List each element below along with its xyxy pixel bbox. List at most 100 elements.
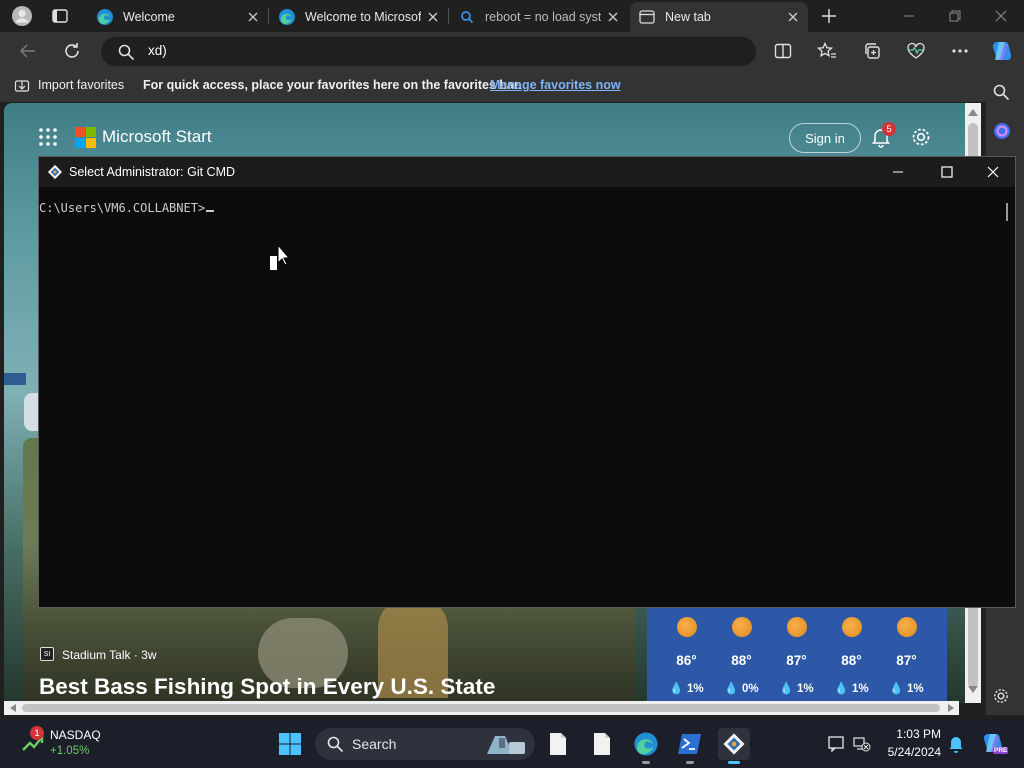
sidebar-search-icon[interactable] xyxy=(992,83,1010,101)
cmd-scrollbar-thumb[interactable] xyxy=(1006,203,1008,221)
stock-change: +1.05% xyxy=(50,745,90,757)
scroll-right-arrow-icon[interactable] xyxy=(948,704,954,712)
notification-count-badge: 5 xyxy=(882,122,896,136)
new-tab-button[interactable] xyxy=(818,6,840,26)
favorites-hint: For quick access, place your favorites h… xyxy=(143,78,522,92)
powershell-icon[interactable] xyxy=(674,728,706,764)
start-button[interactable] xyxy=(274,728,306,760)
manage-favorites-link[interactable]: Manage favorites now xyxy=(490,78,621,92)
sunny-icon xyxy=(732,617,752,637)
running-indicator xyxy=(642,761,650,764)
forecast-precip: 💧 1% xyxy=(834,683,869,695)
search-icon xyxy=(458,8,476,26)
favorites-icon[interactable] xyxy=(811,35,843,67)
browser-essentials-icon[interactable] xyxy=(900,35,932,67)
restore-icon[interactable] xyxy=(932,0,978,32)
address-bar[interactable]: xd) xyxy=(101,37,756,66)
notification-center-icon[interactable] xyxy=(828,736,846,752)
cmd-maximize-icon[interactable] xyxy=(940,165,954,179)
tab-welcome-to-microsoft[interactable]: Welcome to Microsof xyxy=(270,2,448,32)
profile-avatar[interactable] xyxy=(8,4,36,28)
forecast-precip-value: 0% xyxy=(741,683,759,695)
forecast-day: 88° 💧 0% xyxy=(714,603,769,703)
taskbar-search-box[interactable]: Search xyxy=(315,728,535,760)
tab-separator xyxy=(268,8,269,24)
scroll-down-arrow-icon[interactable] xyxy=(968,686,978,693)
minimize-icon[interactable] xyxy=(886,0,932,32)
close-tab-icon[interactable] xyxy=(246,10,260,24)
stock-widget[interactable]: 1 NASDAQ +1.05% xyxy=(18,726,108,762)
clock-time[interactable]: 1:03 PM xyxy=(885,727,941,741)
cmd-window-title: Select Administrator: Git CMD xyxy=(69,165,236,179)
sidebar-settings-icon[interactable] xyxy=(992,687,1010,705)
weather-forecast-card[interactable]: 86° 💧 1% 88° 💧 0% 87° 💧 1% 88° 💧 1% 87° 💧 1% xyxy=(647,603,947,703)
git-cmd-taskbar-icon[interactable] xyxy=(718,728,750,764)
forecast-temp: 87° xyxy=(896,653,917,668)
scroll-up-arrow-icon[interactable] xyxy=(968,109,978,116)
apps-grid-icon[interactable] xyxy=(38,127,58,147)
forecast-precip: 💧 1% xyxy=(669,683,704,695)
sign-in-button[interactable]: Sign in xyxy=(789,123,861,153)
cmd-minimize-icon[interactable] xyxy=(891,165,905,179)
close-window-icon[interactable] xyxy=(978,0,1024,32)
scroll-left-arrow-icon[interactable] xyxy=(10,704,16,712)
mouse-pointer-icon xyxy=(270,244,290,272)
close-tab-icon[interactable] xyxy=(426,10,440,24)
scrollbar-thumb[interactable] xyxy=(22,704,940,712)
refresh-button[interactable] xyxy=(56,35,88,67)
collections-icon[interactable] xyxy=(856,35,888,67)
copilot-pre-badge: PRE xyxy=(993,747,1009,754)
cmd-scrollbar[interactable] xyxy=(999,187,1015,607)
copilot-icon[interactable] xyxy=(986,35,1018,67)
forecast-precip-value: 1% xyxy=(686,683,704,695)
running-indicator xyxy=(686,761,694,764)
forecast-temp: 88° xyxy=(841,653,862,668)
story-title[interactable]: Best Bass Fishing Spot in Every U.S. Sta… xyxy=(39,674,495,700)
sidebar-copilot-icon[interactable] xyxy=(993,122,1011,140)
close-tab-icon[interactable] xyxy=(786,10,800,24)
address-value: xd) xyxy=(148,43,167,58)
forecast-precip-value: 1% xyxy=(906,683,924,695)
favorites-bar: Import favorites For quick access, place… xyxy=(0,70,1024,102)
sunny-icon xyxy=(677,617,697,637)
more-options-icon[interactable] xyxy=(944,35,976,67)
page-settings-icon[interactable] xyxy=(910,126,932,148)
page-horizontal-scrollbar[interactable] xyxy=(4,701,959,715)
edge-taskbar-icon[interactable] xyxy=(630,728,662,764)
file-icon[interactable] xyxy=(542,728,574,760)
split-screen-icon[interactable] xyxy=(767,35,799,67)
tab-reboot-search[interactable]: reboot = no load syst xyxy=(450,2,628,32)
cmd-prompt-line[interactable]: C:\Users\VM6.COLLABNET> xyxy=(39,201,215,215)
cmd-close-icon[interactable] xyxy=(986,165,1000,179)
file-icon[interactable] xyxy=(586,728,618,760)
source-logo: SI xyxy=(40,647,54,661)
story-source: Stadium Talk · 3w xyxy=(62,648,157,662)
microsoft-logo-icon xyxy=(75,127,97,149)
forecast-day: 86° 💧 1% xyxy=(659,603,714,703)
git-cmd-window[interactable]: Select Administrator: Git CMD C:\Users\V… xyxy=(38,156,1016,608)
tab-separator xyxy=(448,8,449,24)
sunny-icon xyxy=(897,617,917,637)
page-edge-strip xyxy=(4,373,26,385)
tab-welcome[interactable]: Welcome xyxy=(88,2,268,32)
tab-new-tab[interactable]: New tab xyxy=(630,2,808,32)
git-logo-icon xyxy=(47,164,63,180)
network-disconnected-icon[interactable] xyxy=(853,736,871,752)
back-button[interactable] xyxy=(12,35,44,67)
import-favorites-button[interactable]: Import favorites xyxy=(38,78,124,92)
forecast-precip: 💧 1% xyxy=(889,683,924,695)
browser-tab-strip: Welcome Welcome to Microsof reboot = no … xyxy=(0,0,1024,32)
import-favorites-icon xyxy=(14,78,30,94)
forecast-precip: 💧 0% xyxy=(724,683,759,695)
forecast-temp: 88° xyxy=(731,653,752,668)
tab-label: reboot = no load syst xyxy=(485,10,601,24)
close-tab-icon[interactable] xyxy=(606,10,620,24)
msstart-title: Microsoft Start xyxy=(102,127,212,146)
sunny-icon xyxy=(787,617,807,637)
cmd-title-bar[interactable]: Select Administrator: Git CMD xyxy=(39,157,1015,187)
sunny-icon xyxy=(842,617,862,637)
clock-date[interactable]: 5/24/2024 xyxy=(873,745,941,759)
tab-actions-icon[interactable] xyxy=(49,6,71,26)
notifications-bell-icon[interactable] xyxy=(948,735,964,753)
forecast-day: 87° 💧 1% xyxy=(769,603,824,703)
